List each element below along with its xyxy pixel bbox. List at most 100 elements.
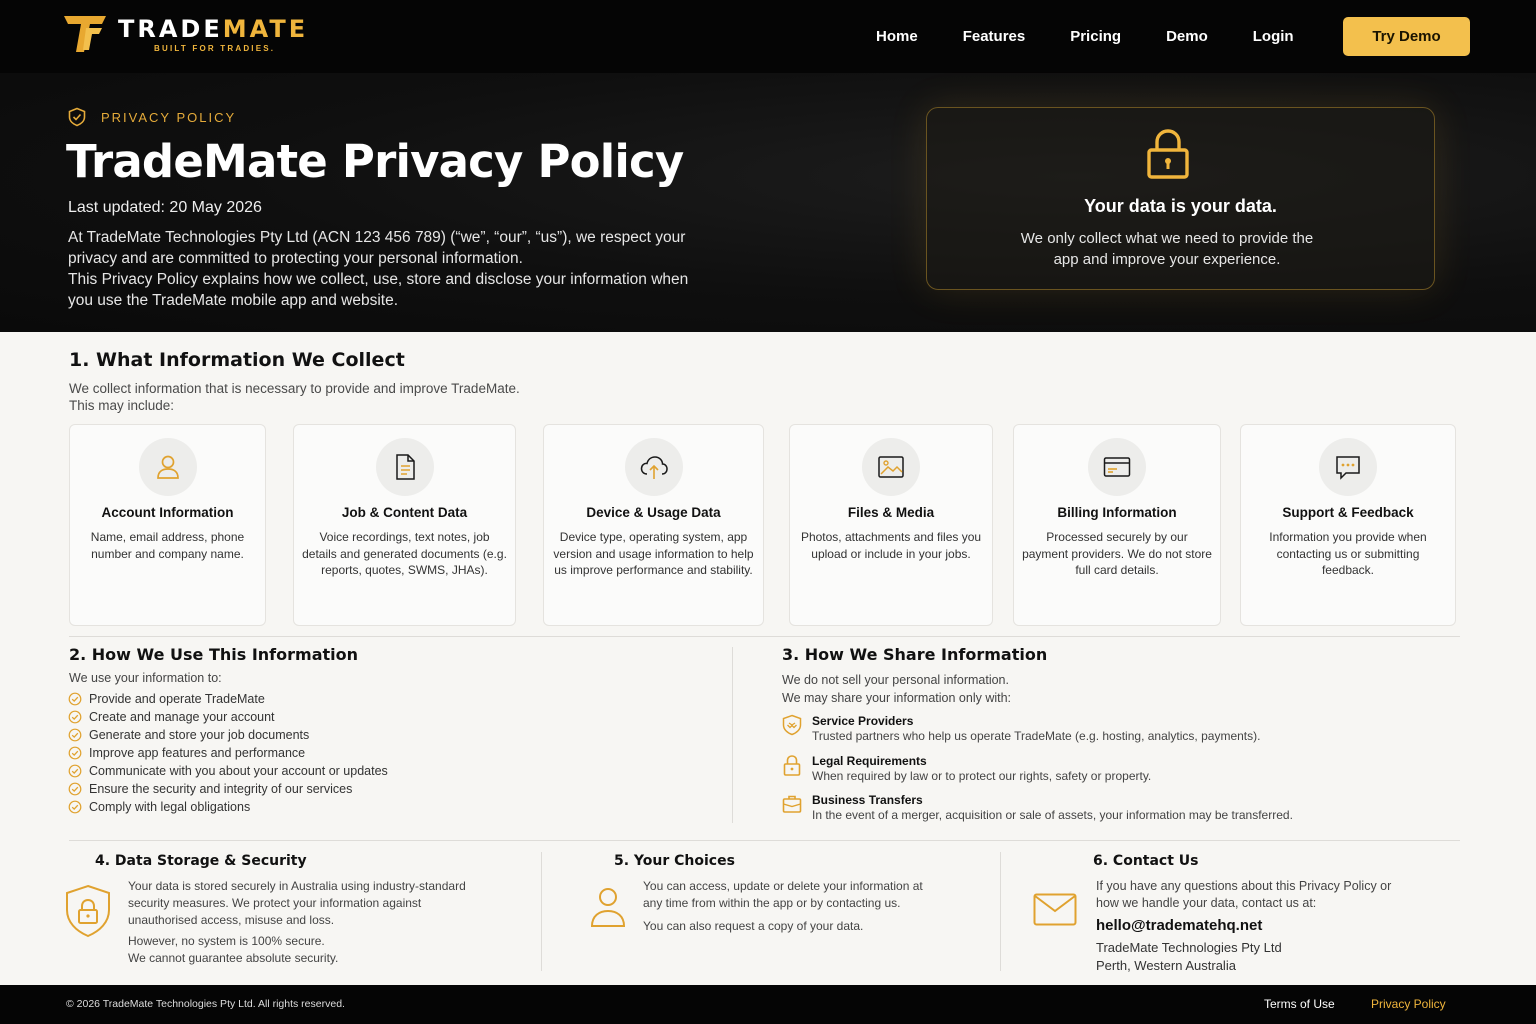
credit-card-icon	[1103, 457, 1131, 477]
card-device-usage-data: Device & Usage Data Device type, operati…	[543, 424, 764, 626]
card-title: Device & Usage Data	[586, 505, 721, 520]
card-icon-wrap	[862, 438, 920, 496]
section-4-paragraph-2: However, no system is 100% secure.	[128, 934, 325, 948]
section-5-paragraph-1: You can access, update or delete your in…	[643, 879, 923, 910]
divider	[69, 840, 1460, 841]
shield-lock-icon	[66, 884, 110, 938]
list-item-text: Comply with legal obligations	[89, 800, 251, 814]
footer: © 2026 TradeMate Technologies Pty Ltd. A…	[0, 985, 1536, 1024]
footer-terms-link[interactable]: Terms of Use	[1264, 997, 1335, 1011]
list-item-text: Provide and operate TradeMate	[89, 692, 265, 706]
card-text: We only collect what we need to provide …	[1020, 230, 1314, 268]
share-item-title: Business Transfers	[812, 793, 923, 807]
list-item-text: Ensure the security and integrity of our…	[89, 782, 353, 796]
section-1-intro-line-1: We collect information that is necessary…	[69, 381, 520, 396]
list-item: Ensure the security and integrity of our…	[68, 780, 388, 798]
share-item-text: In the event of a merger, acquisition or…	[812, 808, 1293, 822]
card-icon-wrap	[375, 438, 434, 496]
logo-text: TRADEMATE BUILT FOR TRADIES.	[118, 16, 308, 53]
list-item-text: Generate and store your job documents	[89, 728, 310, 742]
section-1-intro-line-2: This may include:	[69, 398, 175, 413]
nav-features[interactable]: Features	[963, 28, 1026, 45]
envelope-icon	[1033, 893, 1077, 926]
eyebrow-label: PRIVACY POLICY	[101, 109, 237, 125]
list-item: Comply with legal obligations	[68, 798, 388, 816]
share-item-title: Service Providers	[812, 714, 914, 728]
card-account-information: Account Information Name, email address,…	[69, 424, 266, 626]
brand-tagline: BUILT FOR TRADIES.	[154, 43, 276, 53]
card-billing-information: Billing Information Processed securely b…	[1013, 424, 1221, 626]
briefcase-icon	[782, 795, 802, 813]
try-demo-button[interactable]: Try Demo	[1343, 17, 1470, 56]
section-4-paragraph-3: We cannot guarantee absolute security.	[128, 951, 339, 965]
card-support-feedback: Support & Feedback Information you provi…	[1240, 424, 1456, 626]
column-divider	[732, 647, 733, 823]
section-6-text: If you have any questions about this Pri…	[1096, 879, 1392, 910]
nav-links: Home Features Pricing Demo Login	[876, 0, 1339, 73]
divider	[69, 636, 1460, 637]
card-text: Processed securely by our payment provid…	[1022, 530, 1212, 578]
padlock-icon	[1147, 129, 1189, 179]
check-circle-icon	[68, 692, 82, 706]
card-text: Voice recordings, text notes, job detail…	[302, 530, 507, 578]
section-4-paragraph-1: Your data is stored securely in Australi…	[128, 879, 466, 927]
data-promise-card: Your data is your data. We only collect …	[926, 107, 1435, 290]
check-circle-icon	[68, 800, 82, 814]
brand-name-part1: TRADE	[118, 14, 223, 43]
company-location: Perth, Western Australia	[1096, 958, 1236, 973]
hero-intro: At TradeMate Technologies Pty Ltd (ACN 1…	[68, 227, 708, 311]
card-icon-wrap	[138, 438, 197, 496]
shield-check-icon	[68, 107, 86, 127]
section-5-paragraph-2: You can also request a copy of your data…	[643, 919, 864, 933]
card-job-content-data: Job & Content Data Voice recordings, tex…	[293, 424, 516, 626]
list-item: Provide and operate TradeMate	[68, 690, 388, 708]
share-item-title: Legal Requirements	[812, 754, 927, 768]
section-6-title: 6. Contact Us	[1093, 853, 1199, 869]
nav-pricing[interactable]: Pricing	[1070, 28, 1121, 45]
company-address: TradeMate Technologies Pty Ltd Perth, We…	[1096, 939, 1282, 975]
hero-paragraph-1: At TradeMate Technologies Pty Ltd (ACN 1…	[68, 229, 686, 267]
hero-section: PRIVACY POLICY TradeMate Privacy Policy …	[0, 73, 1536, 332]
section-2-title: 2. How We Use This Information	[69, 645, 359, 664]
check-circle-icon	[68, 764, 82, 778]
card-title: Your data is your data.	[1084, 196, 1277, 216]
column-divider	[541, 852, 542, 971]
nav-login[interactable]: Login	[1253, 28, 1294, 45]
card-title: Billing Information	[1057, 505, 1177, 520]
document-icon	[395, 454, 415, 480]
section-4-text: Your data is stored securely in Australi…	[128, 878, 488, 967]
column-divider	[1000, 852, 1001, 971]
list-item: Communicate with you about your account …	[68, 762, 388, 780]
section-2-intro: We use your information to:	[69, 671, 222, 685]
cloud-upload-icon	[640, 456, 668, 479]
section-3-title: 3. How We Share Information	[782, 645, 1048, 664]
list-item: Generate and store your job documents	[68, 726, 388, 744]
card-text: Name, email address, phone number and co…	[90, 530, 245, 561]
section-5-text: You can access, update or delete your in…	[643, 878, 943, 935]
footer-privacy-link[interactable]: Privacy Policy	[1371, 997, 1446, 1011]
check-circle-icon	[68, 746, 82, 760]
user-icon	[590, 888, 626, 927]
section-1-intro: We collect information that is necessary…	[69, 380, 589, 414]
page-title: TradeMate Privacy Policy	[66, 135, 684, 188]
list-item-text: Create and manage your account	[89, 710, 275, 724]
lock-icon	[783, 755, 801, 776]
contact-email-link[interactable]: hello@tradematehq.net	[1096, 917, 1262, 934]
last-updated: Last updated: 20 May 2026	[68, 199, 262, 216]
section-3-intro: We do not sell your personal information…	[782, 671, 1011, 707]
card-title: Support & Feedback	[1282, 505, 1414, 520]
section-3-intro-line-2: We may share your information only with:	[782, 691, 1012, 705]
handshake-shield-icon	[782, 714, 802, 736]
nav-home[interactable]: Home	[876, 28, 918, 45]
usage-list: Provide and operate TradeMate Create and…	[68, 690, 388, 816]
nav-demo[interactable]: Demo	[1166, 28, 1208, 45]
card-text: Information you provide when contacting …	[1269, 530, 1427, 578]
brand-name: TRADEMATE	[118, 16, 308, 42]
copyright: © 2026 TradeMate Technologies Pty Ltd. A…	[66, 998, 345, 1010]
share-item-text: When required by law or to protect our r…	[812, 769, 1152, 783]
image-icon	[878, 456, 904, 478]
logo-mark-icon	[64, 16, 106, 52]
brand-logo[interactable]: TRADEMATE BUILT FOR TRADIES.	[62, 14, 308, 54]
section-5-title: 5. Your Choices	[614, 853, 735, 869]
card-icon-wrap	[1088, 438, 1146, 496]
